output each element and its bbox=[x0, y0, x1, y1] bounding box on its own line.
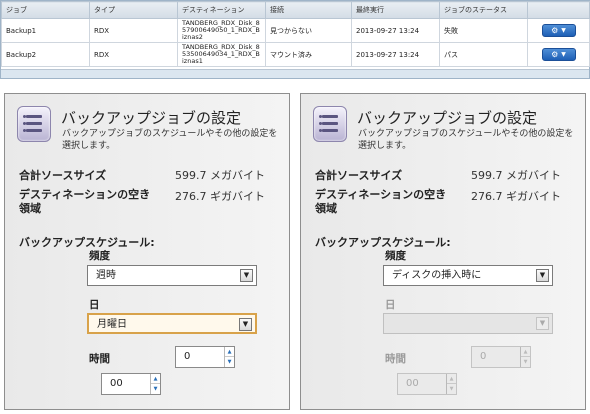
source-size-label: 合計ソースサイズ bbox=[315, 169, 403, 182]
minute-value: 00 bbox=[110, 378, 123, 389]
cell-last-run: 2013-09-27 13:24 bbox=[351, 18, 440, 43]
hour-value: 0 bbox=[184, 351, 191, 362]
jobs-table: ジョブ タイプ デスティネーション 接続 最終実行 ジョブのステータス Back… bbox=[1, 1, 590, 67]
schedule-label: バックアップスケジュール: bbox=[315, 236, 451, 249]
schedule-label: バックアップスケジュール: bbox=[19, 236, 155, 249]
free-space-value: 276.7 ギガバイト bbox=[175, 190, 265, 203]
table-header-row: ジョブ タイプ デスティネーション 接続 最終実行 ジョブのステータス bbox=[1, 1, 590, 19]
dropdown-arrow-icon: ▼ bbox=[536, 317, 549, 330]
minute-spinner[interactable]: 00 ▲ ▼ bbox=[101, 373, 161, 395]
panel-title: バックアップジョブの設定 bbox=[357, 109, 538, 127]
dropdown-arrow-icon: ▼ bbox=[239, 318, 252, 331]
hour-value: 0 bbox=[480, 351, 487, 362]
cell-last-run: 2013-09-27 13:24 bbox=[351, 42, 440, 67]
day-label: 日 bbox=[89, 299, 100, 311]
day-select[interactable]: 月曜日 ▼ bbox=[87, 313, 257, 334]
hour-spinner-buttons: ▲ ▼ bbox=[520, 347, 530, 367]
panel-description: バックアップジョブのスケジュールやその他の設定を選択します。 bbox=[358, 129, 574, 151]
time-label: 時間 bbox=[89, 353, 110, 365]
job-actions-button[interactable]: ⚙ ▼ bbox=[541, 24, 576, 37]
caret-down-icon: ▼ bbox=[561, 26, 566, 34]
free-space-label: デスティネーションの空き領域 bbox=[315, 188, 447, 215]
free-space-value: 276.7 ギガバイト bbox=[471, 190, 561, 203]
column-header-type[interactable]: タイプ bbox=[89, 1, 178, 19]
frequency-select[interactable]: 週時 ▼ bbox=[87, 265, 257, 286]
gear-icon: ⚙ bbox=[551, 49, 559, 59]
table-row[interactable]: Backup2 RDX TANDBERG_RDX_Disk_8535006490… bbox=[1, 42, 590, 67]
panel-title: バックアップジョブの設定 bbox=[61, 109, 242, 127]
cell-actions: ⚙ ▼ bbox=[527, 42, 590, 67]
frequency-select[interactable]: ディスクの挿入時に ▼ bbox=[383, 265, 553, 286]
column-header-last-run[interactable]: 最終実行 bbox=[351, 1, 440, 19]
source-size-value: 599.7 メガバイト bbox=[175, 169, 265, 182]
settings-list-icon bbox=[313, 106, 347, 142]
table-footer-bar bbox=[1, 69, 589, 78]
column-header-destination[interactable]: デスティネーション bbox=[177, 1, 266, 19]
cell-connection: マウント済み bbox=[265, 42, 352, 67]
cell-type: RDX bbox=[89, 42, 178, 67]
minute-value: 00 bbox=[406, 378, 419, 389]
cell-job: Backup1 bbox=[1, 18, 90, 43]
cell-status: 失敗 bbox=[439, 18, 528, 43]
column-header-job[interactable]: ジョブ bbox=[1, 1, 90, 19]
minute-spinner-buttons: ▲ ▼ bbox=[150, 374, 160, 394]
column-header-connection[interactable]: 接続 bbox=[265, 1, 352, 19]
day-label: 日 bbox=[385, 299, 396, 311]
caret-down-icon: ▼ bbox=[561, 50, 566, 58]
cell-actions: ⚙ ▼ bbox=[527, 18, 590, 43]
table-row[interactable]: Backup1 RDX TANDBERG_RDX_Disk_8579006490… bbox=[1, 18, 590, 43]
spin-down-icon[interactable]: ▼ bbox=[151, 384, 160, 394]
cell-destination: TANDBERG_RDX_Disk_857900649050_1_RDX_Biz… bbox=[177, 18, 266, 43]
frequency-label: 頻度 bbox=[89, 250, 110, 262]
cell-status: パス bbox=[439, 42, 528, 67]
day-select: ▼ bbox=[383, 313, 553, 334]
free-space-label: デスティネーションの空き領域 bbox=[19, 188, 151, 215]
time-label: 時間 bbox=[385, 353, 406, 365]
day-select-value: 月曜日 bbox=[97, 319, 127, 330]
cell-destination: TANDBERG_RDX_Disk_853500649034_1_RDX_Biz… bbox=[177, 42, 266, 67]
frequency-select-value: 週時 bbox=[96, 270, 116, 281]
frequency-label: 頻度 bbox=[385, 250, 406, 262]
column-header-status[interactable]: ジョブのステータス bbox=[439, 1, 528, 19]
source-size-label: 合計ソースサイズ bbox=[19, 169, 107, 182]
spin-down-icon: ▼ bbox=[449, 386, 454, 392]
dropdown-arrow-icon: ▼ bbox=[536, 269, 549, 282]
jobs-table-container: ジョブ タイプ デスティネーション 接続 最終実行 ジョブのステータス Back… bbox=[0, 0, 590, 79]
hour-spinner: 0 ▲ ▼ bbox=[471, 346, 531, 368]
dropdown-arrow-icon: ▼ bbox=[240, 269, 253, 282]
settings-list-icon bbox=[17, 106, 51, 142]
backup-settings-panel-weekly: バックアップジョブの設定 バックアップジョブのスケジュールやその他の設定を選択し… bbox=[4, 93, 290, 410]
cell-job: Backup2 bbox=[1, 42, 90, 67]
spin-down-icon[interactable]: ▼ bbox=[225, 357, 234, 367]
cell-connection: 見つからない bbox=[265, 18, 352, 43]
hour-spinner-buttons: ▲ ▼ bbox=[224, 347, 234, 367]
minute-spinner-buttons: ▲ ▼ bbox=[446, 374, 456, 394]
source-size-value: 599.7 メガバイト bbox=[471, 169, 561, 182]
cell-type: RDX bbox=[89, 18, 178, 43]
column-header-actions bbox=[527, 1, 590, 19]
backup-settings-panel-on-insert: バックアップジョブの設定 バックアップジョブのスケジュールやその他の設定を選択し… bbox=[300, 93, 586, 410]
hour-spinner[interactable]: 0 ▲ ▼ bbox=[175, 346, 235, 368]
job-actions-button[interactable]: ⚙ ▼ bbox=[541, 48, 576, 61]
gear-icon: ⚙ bbox=[551, 25, 559, 35]
spin-down-icon: ▼ bbox=[523, 359, 528, 365]
panel-description: バックアップジョブのスケジュールやその他の設定を選択します。 bbox=[62, 129, 278, 151]
frequency-select-value: ディスクの挿入時に bbox=[392, 270, 482, 281]
minute-spinner: 00 ▲ ▼ bbox=[397, 373, 457, 395]
